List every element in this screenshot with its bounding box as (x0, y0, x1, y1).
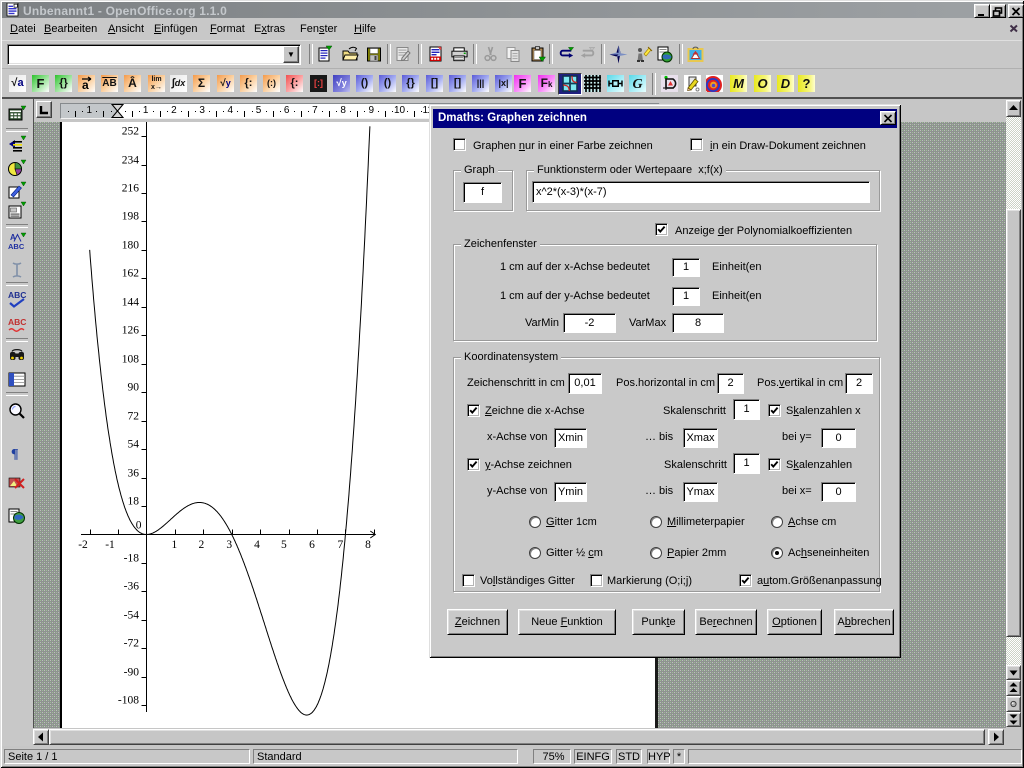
svg-text:-1: -1 (105, 539, 115, 551)
svg-text:3: 3 (226, 539, 232, 551)
svg-text:-2: -2 (78, 539, 88, 551)
svg-text:198: 198 (122, 211, 140, 223)
svg-text:-36: -36 (124, 581, 140, 593)
svg-text:5: 5 (281, 539, 287, 551)
svg-text:90: 90 (128, 382, 140, 394)
svg-text:-18: -18 (124, 553, 140, 565)
svg-text:180: 180 (122, 240, 140, 252)
svg-text:234: 234 (122, 155, 140, 167)
svg-text:-72: -72 (124, 638, 140, 650)
svg-text:108: 108 (122, 354, 140, 366)
svg-text:216: 216 (122, 183, 140, 195)
svg-text:-90: -90 (124, 667, 140, 679)
svg-text:18: 18 (128, 496, 140, 508)
svg-text:72: 72 (128, 411, 140, 423)
svg-text:162: 162 (122, 268, 140, 280)
svg-text:a: a (82, 78, 89, 92)
svg-text:126: 126 (122, 325, 140, 337)
svg-text:6: 6 (309, 539, 315, 551)
svg-text:ABC: ABC (8, 290, 26, 300)
svg-text:4: 4 (254, 539, 260, 551)
svg-text:ABC: ABC (8, 317, 26, 327)
svg-text:8: 8 (365, 539, 371, 551)
svg-text:7: 7 (338, 539, 344, 551)
svg-text:A: A (10, 233, 16, 242)
svg-text:1: 1 (172, 539, 178, 551)
svg-text:144: 144 (122, 297, 140, 309)
svg-text:252: 252 (122, 126, 140, 138)
svg-text:2: 2 (199, 539, 205, 551)
svg-text:¶: ¶ (11, 447, 19, 462)
svg-text:54: 54 (128, 439, 140, 451)
svg-text:ABC: ABC (8, 242, 25, 251)
svg-text:36: 36 (128, 468, 140, 480)
svg-text:-108: -108 (118, 695, 139, 707)
svg-text:-54: -54 (124, 610, 140, 622)
